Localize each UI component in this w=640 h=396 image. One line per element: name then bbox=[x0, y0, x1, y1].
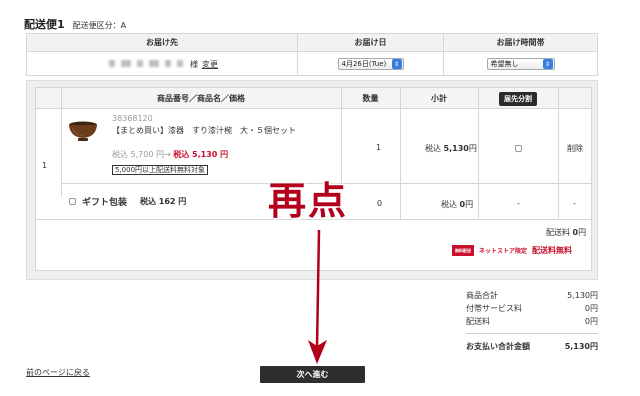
order-summary: 商品合計 5,130円 付帯サービス料 0円 配送料 0円 お支払い合計金額 5… bbox=[466, 289, 598, 351]
shipping-fee-unit: 円 bbox=[578, 228, 587, 237]
summary-row: 付帯サービス料 0円 bbox=[466, 302, 598, 315]
gift-wrap-price: 税込 162 円 bbox=[140, 197, 187, 206]
delivery-date-value: 4月26日(Tue) bbox=[341, 60, 387, 68]
recipient-cell: 様 変更 bbox=[27, 52, 297, 76]
product-quantity: 1 bbox=[376, 143, 382, 152]
delivery-options-row: 様 変更 4月26日(Tue) ⇕ 希望無し ⇕ bbox=[27, 52, 597, 76]
product-name[interactable]: 【まとめ買い】漆器 すり漆汁椀 大・５個セット bbox=[112, 125, 296, 136]
honorific-label: 様 bbox=[190, 59, 198, 69]
shipping-fee: 配送料 0円 bbox=[546, 227, 586, 238]
split-checkbox[interactable] bbox=[515, 145, 522, 152]
delivery-date-select[interactable]: 4月26日(Tue) ⇕ bbox=[337, 58, 404, 70]
free-shipping-badge-wrap: 5,000円以上配送料無料対象 bbox=[112, 165, 209, 175]
product-subtotal: 税込 5,130円 bbox=[425, 143, 477, 154]
date-cell: 4月26日(Tue) ⇕ bbox=[297, 52, 443, 76]
summary-label: 配送料 bbox=[466, 317, 490, 326]
gift-wrap-label: ギフト包装 bbox=[82, 198, 128, 208]
gift-split-dash: - bbox=[517, 199, 520, 208]
split-destination-button[interactable]: 届先分割 bbox=[499, 91, 537, 106]
product-price: 税込 5,700 円→ 税込 5,130 円 bbox=[112, 149, 228, 160]
select-arrows-icon: ⇕ bbox=[391, 59, 402, 69]
quantity-column-header: 数量 bbox=[362, 94, 379, 103]
delivery-time-value: 希望無し bbox=[490, 60, 519, 68]
total-value: 5,130円 bbox=[564, 341, 598, 351]
annotation-arrow-icon bbox=[308, 229, 327, 364]
summary-value: 5,130円 bbox=[567, 291, 598, 300]
shipping-fee-label: 配送料 bbox=[546, 228, 570, 237]
time-column-header: お届け時間帯 bbox=[443, 34, 597, 51]
gift-subtotal-prefix: 税込 bbox=[441, 200, 457, 209]
split-header-cell: 届先分割 bbox=[478, 88, 558, 109]
product-bowl-image bbox=[69, 121, 97, 141]
netstore-free-shipping: 無料配送 ネットストア限定 配送料無料 bbox=[452, 245, 572, 256]
summary-row: 商品合計 5,130円 bbox=[466, 289, 598, 302]
row-number: 1 bbox=[42, 161, 48, 170]
time-cell: 希望無し ⇕ bbox=[443, 52, 597, 76]
summary-value: 0円 bbox=[584, 304, 598, 313]
summary-row: 配送料 0円 bbox=[466, 315, 598, 328]
product-subtotal-value: 5,130 bbox=[443, 144, 469, 153]
summary-label: 商品合計 bbox=[466, 291, 498, 300]
summary-label: 付帯サービス料 bbox=[466, 304, 522, 313]
summary-total-row: お支払い合計金額 5,130円 bbox=[466, 333, 598, 351]
sale-price: 税込 5,130 円 bbox=[173, 150, 229, 159]
shipment-category: 配送便区分：A bbox=[72, 21, 127, 30]
back-link[interactable]: 前のページに戻る bbox=[26, 367, 90, 378]
recipient-column-header: お届け先 bbox=[146, 38, 178, 47]
shipment-title: 配送便1 bbox=[24, 18, 65, 31]
product-code: 38368120 bbox=[112, 114, 153, 123]
delivery-options-header: お届け先 お届け日 お届け時間帯 bbox=[27, 34, 597, 52]
gift-subtotal-unit: 円 bbox=[465, 200, 474, 209]
date-column-header: お届け日 bbox=[297, 34, 443, 51]
delivery-options-table: お届け先 お届け日 お届け時間帯 様 変更 4月26日(Tue) ⇕ 希望無し … bbox=[26, 33, 598, 76]
gift-wrap-quantity: 0 bbox=[377, 199, 383, 208]
total-label: お支払い合計金額 bbox=[466, 341, 530, 351]
change-recipient-link[interactable]: 変更 bbox=[202, 59, 218, 70]
shipment-heading: 配送便1 配送便区分：A bbox=[24, 16, 126, 32]
free-shipping-badge: 5,000円以上配送料無料対象 bbox=[112, 165, 209, 175]
subtotal-column-header: 小計 bbox=[431, 94, 447, 103]
summary-value: 0円 bbox=[584, 317, 598, 326]
next-button[interactable]: 次へ進む bbox=[260, 366, 365, 383]
product-column-header: 商品番号／商品名／価格 bbox=[157, 94, 245, 103]
gift-wrap-checkbox[interactable] bbox=[69, 198, 76, 205]
gift-delete-dash: - bbox=[573, 199, 576, 208]
select-arrows-icon: ⇕ bbox=[542, 59, 553, 69]
recipient-name-redacted bbox=[106, 59, 186, 69]
original-price: 税込 5,700 円→ bbox=[112, 150, 171, 159]
truck-icon: 無料配送 bbox=[452, 245, 474, 256]
gift-wrap-subtotal: 税込 0円 bbox=[441, 199, 473, 210]
delivery-time-select[interactable]: 希望無し ⇕ bbox=[486, 58, 555, 70]
product-subtotal-unit: 円 bbox=[468, 144, 477, 153]
netstore-limited-label: ネットストア限定 bbox=[479, 248, 528, 255]
annotation-overlay-text: 再点 bbox=[268, 178, 349, 223]
product-subtotal-prefix: 税込 bbox=[425, 144, 441, 153]
delete-link[interactable]: 削除 bbox=[567, 143, 583, 154]
free-shipping-label: 配送料無料 bbox=[532, 246, 573, 255]
